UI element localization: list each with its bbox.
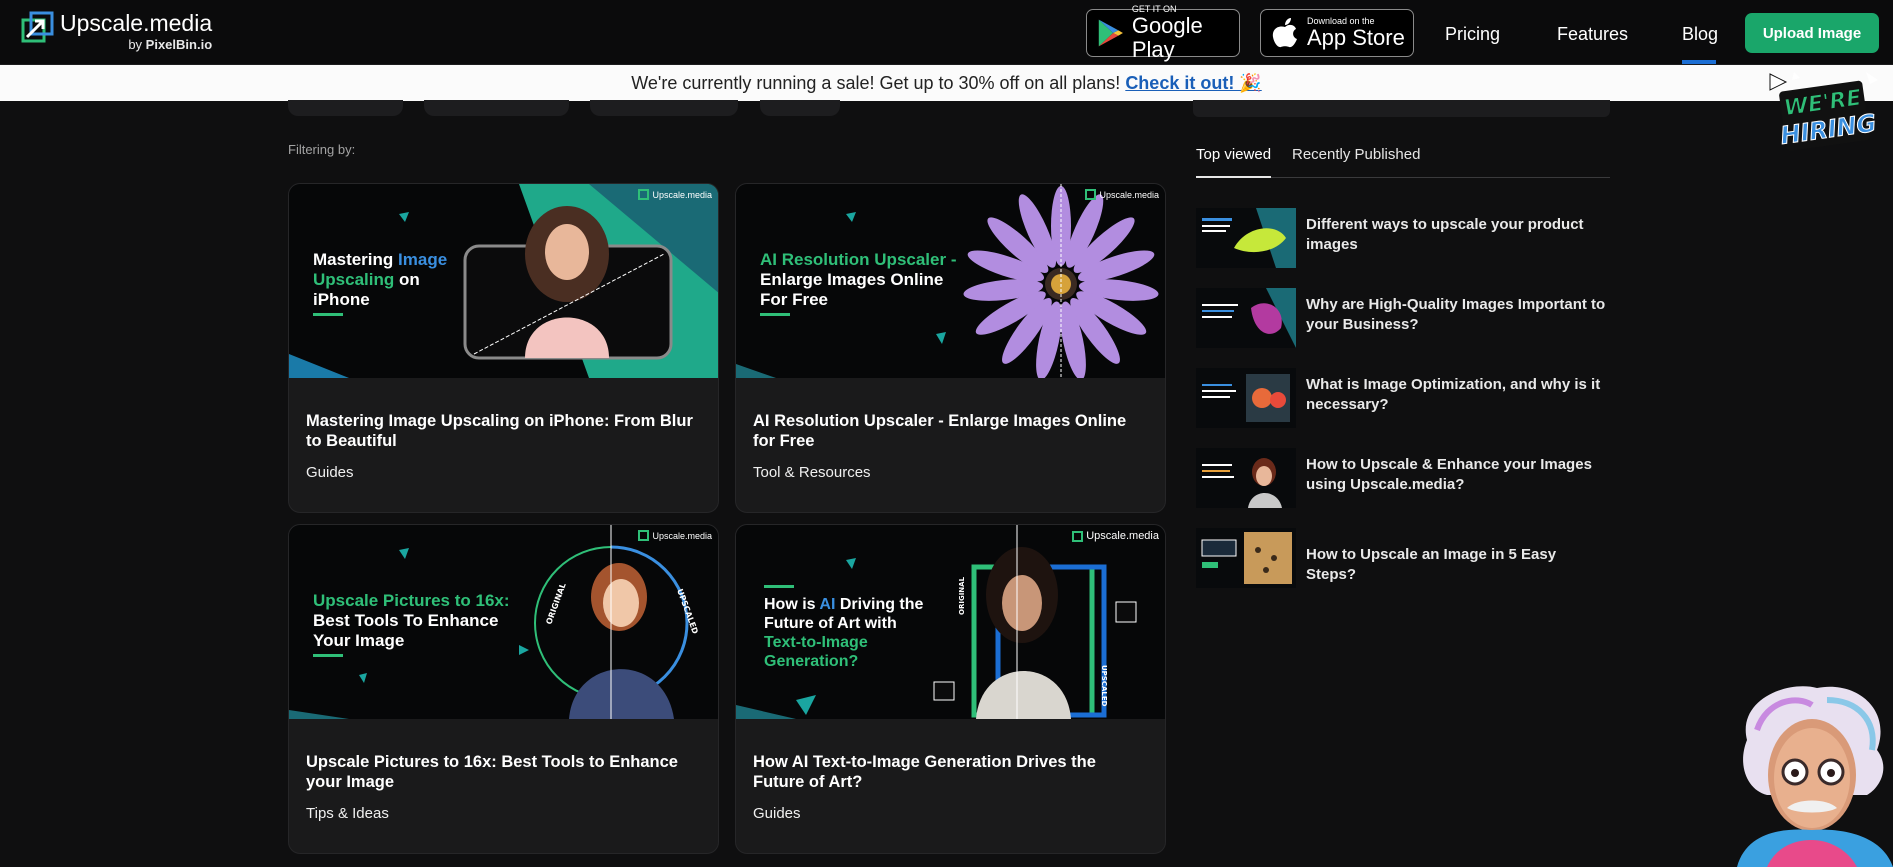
blog-card-title[interactable]: Upscale Pictures to 16x: Best Tools to E… [306,752,701,792]
blog-card-category: Tool & Resources [753,464,871,481]
logo-mark-icon [21,11,54,44]
search-input[interactable] [1193,100,1610,117]
sale-banner: We're currently running a sale! Get up t… [0,65,1893,101]
blog-card[interactable]: Upscale.media AI Resolution Upscaler - E… [735,183,1166,513]
blog-card-category: Guides [306,464,354,481]
popular-post-title[interactable]: How to Upscale an Image in 5 Easy Steps? [1306,545,1606,585]
sale-text: We're currently running a sale! Get up t… [631,73,1121,93]
blog-card-title[interactable]: How AI Text-to-Image Generation Drives t… [753,752,1148,792]
logo-title: Upscale.media [60,10,213,36]
blog-card[interactable]: ORIGINAL UPSCALED Upscale.media Upscale … [288,524,719,854]
popular-post-title[interactable]: How to Upscale & Enhance your Images usi… [1306,455,1606,495]
upscale-media-logo[interactable]: Upscale.media by PixelBin.io [21,11,212,52]
thumb-upscaled-label: UPSCALED [1100,665,1108,707]
popular-post-thumbnail [1196,528,1296,588]
logo-subtitle: by PixelBin.io [60,37,212,52]
tab-recently-published[interactable]: Recently Published [1292,146,1420,178]
filtering-by-label: Filtering by: [288,142,356,157]
popular-post-title[interactable]: What is Image Optimization, and why is i… [1306,375,1606,415]
nav-blog[interactable]: Blog [1682,24,1718,45]
category-chip[interactable] [288,100,403,116]
blog-card-title[interactable]: AI Resolution Upscaler - Enlarge Images … [753,411,1148,451]
blog-card-title[interactable]: Mastering Image Upscaling on iPhone: Fro… [306,411,701,451]
thumb-brand: Upscale.media [1085,189,1159,200]
thumb-headline: How is AI Driving the Future of Art with… [764,596,924,670]
app-store-button[interactable]: Download on the App Store [1260,9,1414,57]
top-navbar: Upscale.media by PixelBin.io GET IT ON G… [0,0,1893,65]
logo-sub-brand: PixelBin.io [145,37,213,52]
upload-image-button[interactable]: Upload Image [1745,13,1879,53]
tab-top-viewed[interactable]: Top viewed [1196,146,1272,178]
nav-pricing[interactable]: Pricing [1445,24,1500,45]
thumb-brand: Upscale.media [1072,530,1159,542]
popular-post-item[interactable]: How to Upscale & Enhance your Images usi… [1196,448,1610,508]
sale-link[interactable]: Check it out! 🎉 [1125,73,1261,93]
thumb-original-label: ORIGINAL [958,576,966,615]
blog-card-category: Guides [753,805,801,822]
thumb-original-label: ORIGINAL [544,582,567,626]
popular-post-title[interactable]: Why are High-Quality Images Important to… [1306,295,1606,335]
thumb-headline: Upscale Pictures to 16x: Best Tools To E… [313,591,510,650]
popular-post-thumbnail [1196,448,1296,508]
google-play-big-text: Google Play [1131,13,1203,62]
thumb-brand: Upscale.media [638,530,712,541]
popular-post-thumbnail [1196,368,1296,428]
popular-post-thumbnail [1196,288,1296,348]
blog-thumbnail: Upscale.media AI Resolution Upscaler - E… [736,184,1165,378]
popular-post-thumbnail [1196,208,1296,268]
nav-features[interactable]: Features [1557,24,1628,45]
accent-line [760,313,790,316]
category-chip[interactable] [760,100,840,116]
google-play-button[interactable]: GET IT ON Google Play [1086,4,1240,62]
blog-thumbnail: ORIGINAL UPSCALED Upscale.media Upscale … [289,525,718,719]
blog-card[interactable]: Upscale.media Mastering Image Upscaling … [288,183,719,513]
category-chip[interactable] [424,100,569,116]
thumb-headline: Mastering Image Upscaling on iPhone [313,250,448,309]
blog-thumbnail: ORIGINAL UPSCALED Upscale.media How is A… [736,525,1165,719]
hiring-badge[interactable]: WE'RE HIRING [1766,68,1881,158]
mascot-avatar[interactable] [1727,680,1893,867]
popular-post-item[interactable]: Different ways to upscale your product i… [1196,208,1610,268]
blog-card-category: Tips & Ideas [306,805,389,822]
thumb-brand: Upscale.media [638,189,712,200]
apple-icon [1272,18,1297,48]
accent-line [313,654,343,657]
blog-card[interactable]: ORIGINAL UPSCALED Upscale.media How is A… [735,524,1166,854]
accent-line [764,585,794,588]
popular-post-item[interactable]: How to Upscale an Image in 5 Easy Steps? [1196,528,1610,588]
nav-active-indicator [1682,60,1716,64]
popular-post-item[interactable]: What is Image Optimization, and why is i… [1196,368,1610,428]
popular-post-item[interactable]: Why are High-Quality Images Important to… [1196,288,1610,348]
logo-sub-prefix: by [128,37,143,52]
accent-line [313,313,343,316]
category-chip[interactable] [590,100,738,116]
blog-thumbnail: Upscale.media Mastering Image Upscaling … [289,184,718,378]
popular-post-title[interactable]: Different ways to upscale your product i… [1306,215,1606,255]
thumb-headline: AI Resolution Upscaler - Enlarge Images … [760,250,957,309]
google-play-icon [1098,19,1123,47]
sidebar-tabs: Top viewed Recently Published [1196,146,1610,178]
app-store-big-text: App Store [1307,25,1405,50]
